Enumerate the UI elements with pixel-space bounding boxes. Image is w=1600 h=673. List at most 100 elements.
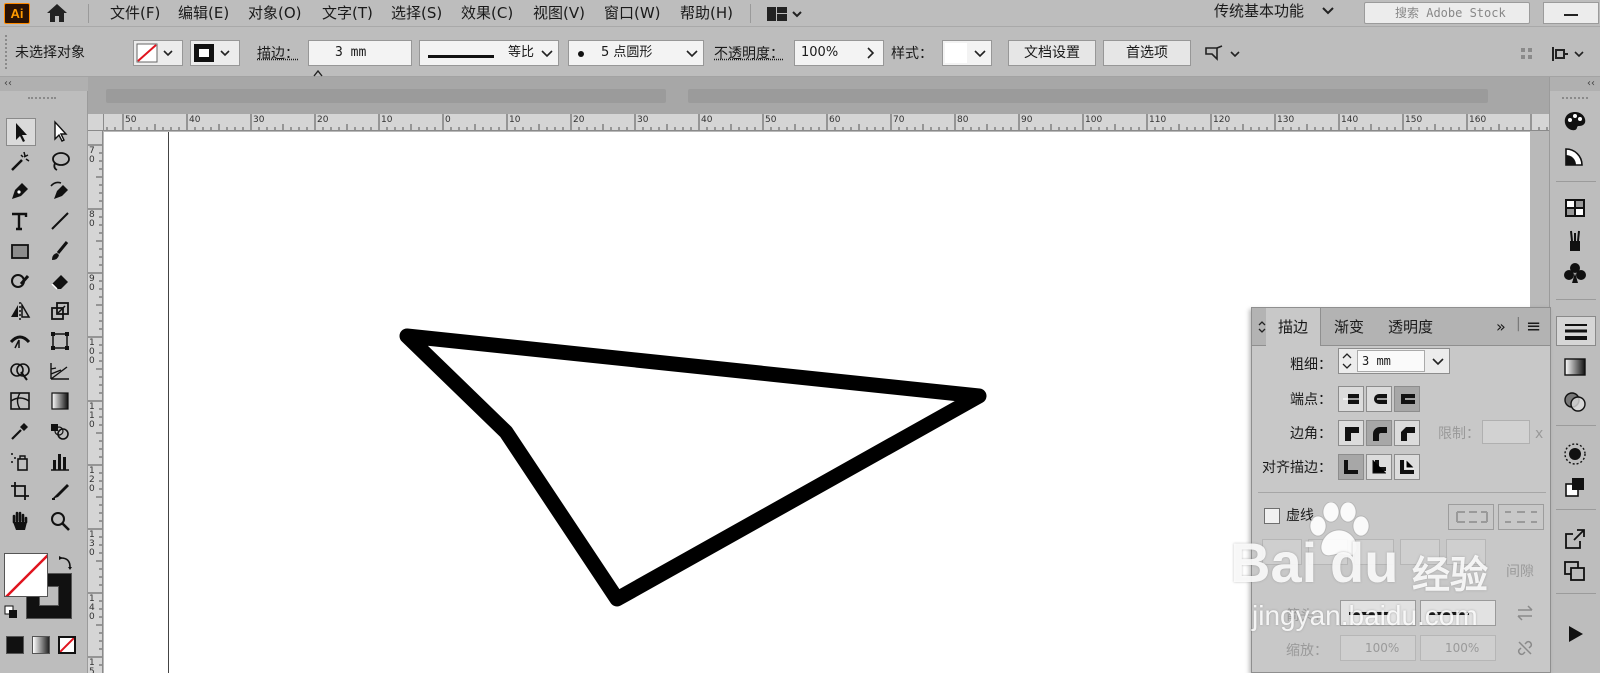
eraser-tool-icon[interactable] [46, 268, 76, 296]
type-tool-icon[interactable] [6, 208, 36, 236]
chevron-down-icon[interactable] [974, 49, 986, 59]
round-cap-button[interactable] [1366, 386, 1392, 412]
color-guide-icon[interactable] [1562, 145, 1590, 171]
workspace-switcher-label[interactable]: 传统基本功能 [1214, 1, 1304, 21]
panel-menu-icon[interactable]: ≡ [1526, 316, 1541, 337]
fill-color-indicator[interactable] [4, 553, 48, 597]
slice-tool-icon[interactable] [46, 478, 76, 506]
hand-tool-icon[interactable] [6, 508, 36, 536]
menu-window[interactable]: 窗口(W) [604, 3, 661, 23]
shaper-tool-icon[interactable] [6, 268, 36, 296]
align-outside-button[interactable] [1394, 454, 1420, 480]
opacity-label[interactable]: 不透明度： [714, 45, 784, 63]
round-join-button[interactable] [1366, 420, 1392, 446]
mesh-tool-icon[interactable] [6, 388, 36, 416]
miter-join-button[interactable] [1338, 420, 1364, 446]
variable-width-profile[interactable]: 等比 [419, 40, 559, 66]
bevel-join-button[interactable] [1394, 420, 1420, 446]
swap-fill-stroke-icon[interactable] [58, 555, 74, 571]
perspective-grid-tool-icon[interactable] [46, 358, 76, 386]
chevron-right-icon[interactable] [866, 47, 876, 59]
chevron-down-icon[interactable] [1432, 357, 1444, 367]
rectangle-tool-icon[interactable] [6, 238, 36, 266]
graphic-styles-icon[interactable] [1562, 475, 1590, 501]
stroke-panel-icon[interactable] [1556, 316, 1596, 346]
menu-select[interactable]: 选择(S) [391, 3, 442, 23]
color-mode-icon[interactable] [6, 636, 24, 654]
document-tab-title-blurred[interactable] [106, 89, 666, 103]
shape-builder-tool-icon[interactable] [6, 358, 36, 386]
lasso-tool-icon[interactable] [46, 148, 76, 176]
free-transform-tool-icon[interactable] [46, 328, 76, 356]
selection-tool-icon[interactable] [6, 118, 36, 146]
panel-options-toggle-icon[interactable] [1258, 320, 1266, 334]
stock-search-input[interactable]: 搜索 Adobe Stock [1364, 2, 1530, 24]
document-setup-button[interactable]: 文档设置 [1008, 40, 1096, 66]
menu-view[interactable]: 视图(V) [533, 3, 585, 23]
width-tool-icon[interactable] [6, 328, 36, 356]
menu-help[interactable]: 帮助(H) [680, 3, 733, 23]
align-icon[interactable] [1519, 46, 1535, 62]
export-asset-icon[interactable] [1562, 527, 1590, 553]
zoom-tool-icon[interactable] [46, 508, 76, 536]
column-graph-tool-icon[interactable] [46, 448, 76, 476]
blend-tool-icon[interactable] [46, 418, 76, 446]
artboard-tool-icon[interactable] [6, 478, 36, 506]
direct-selection-tool-icon[interactable] [46, 118, 76, 146]
color-palette-icon[interactable] [1562, 110, 1590, 136]
menu-object[interactable]: 对象(O) [248, 3, 302, 23]
butt-cap-button[interactable] [1338, 386, 1364, 412]
link-scale-icon[interactable] [1516, 639, 1534, 657]
appearance-panel-icon[interactable] [1562, 442, 1590, 468]
menu-type[interactable]: 文字(T) [322, 3, 373, 23]
default-fill-stroke-icon[interactable] [4, 605, 18, 619]
triangle-stroke[interactable] [399, 328, 987, 607]
menu-file[interactable]: 文件(F) [110, 3, 160, 23]
artboards-panel-icon[interactable] [1562, 559, 1590, 585]
swatches-icon[interactable] [1562, 196, 1590, 222]
stepper-icon[interactable] [1341, 351, 1353, 371]
gradient-panel-icon[interactable] [1562, 355, 1590, 381]
tools-panel-collapse[interactable]: ‹‹ [0, 77, 88, 91]
scale-tool-icon[interactable] [46, 298, 76, 326]
selection-options-icon[interactable] [1203, 44, 1245, 64]
tab-transparency[interactable]: 透明度 [1376, 308, 1445, 346]
weight-input[interactable]: 3 mm [1357, 350, 1425, 372]
ruler-origin[interactable] [88, 114, 104, 131]
vertical-ruler[interactable]: 7 0 8 0 9 0 1 0 0 1 1 0 1 2 0 1 3 0 1 4 0 1 5 [88, 131, 103, 673]
weight-combo[interactable]: 3 mm [1338, 348, 1450, 374]
gradient-tool-icon[interactable] [46, 388, 76, 416]
horizontal-ruler[interactable]: 50 40 30 20 10 0 10 20 30 40 50 60 70 80 90 100 110 120 13… [88, 114, 1549, 131]
dock-collapse[interactable]: ‹‹ [1550, 77, 1600, 91]
brushes-icon[interactable] [1562, 229, 1590, 255]
panel-menu-icon[interactable] [1551, 44, 1591, 64]
none-mode-icon[interactable] [58, 636, 76, 654]
fill-swatch[interactable] [133, 40, 183, 66]
chevron-down-icon[interactable] [541, 49, 553, 59]
tab-gradient[interactable]: 渐变 [1322, 308, 1376, 346]
chevron-down-icon[interactable] [1322, 6, 1334, 16]
dashed-line-checkbox[interactable] [1264, 508, 1280, 524]
eyedropper-tool-icon[interactable] [6, 418, 36, 446]
gradient-mode-icon[interactable] [32, 636, 50, 654]
tab-stroke[interactable]: 描边 [1266, 308, 1322, 346]
stroke-label[interactable]: 描边： [257, 45, 299, 63]
symbols-icon[interactable] [1562, 261, 1590, 287]
symbol-sprayer-tool-icon[interactable] [6, 448, 36, 476]
preferences-button[interactable]: 首选项 [1103, 40, 1191, 66]
start-arrowhead-select[interactable] [1340, 600, 1416, 626]
menu-edit[interactable]: 编辑(E) [178, 3, 229, 23]
end-arrowhead-select[interactable] [1420, 600, 1496, 626]
chevron-down-icon[interactable] [686, 49, 698, 59]
brush-definition[interactable]: 5 点圆形 [568, 40, 704, 66]
pen-tool-icon[interactable] [6, 178, 36, 206]
panel-expand-icon[interactable]: » [1496, 317, 1506, 336]
reflect-tool-icon[interactable] [6, 298, 36, 326]
transparency-panel-icon[interactable] [1562, 390, 1590, 416]
stroke-swatch[interactable] [190, 40, 240, 66]
menu-effect[interactable]: 效果(C) [461, 3, 513, 23]
magic-wand-tool-icon[interactable] [6, 148, 36, 176]
swap-arrowheads-icon[interactable] [1516, 605, 1534, 621]
align-center-button[interactable] [1338, 454, 1364, 480]
actions-play-icon[interactable] [1562, 622, 1590, 648]
